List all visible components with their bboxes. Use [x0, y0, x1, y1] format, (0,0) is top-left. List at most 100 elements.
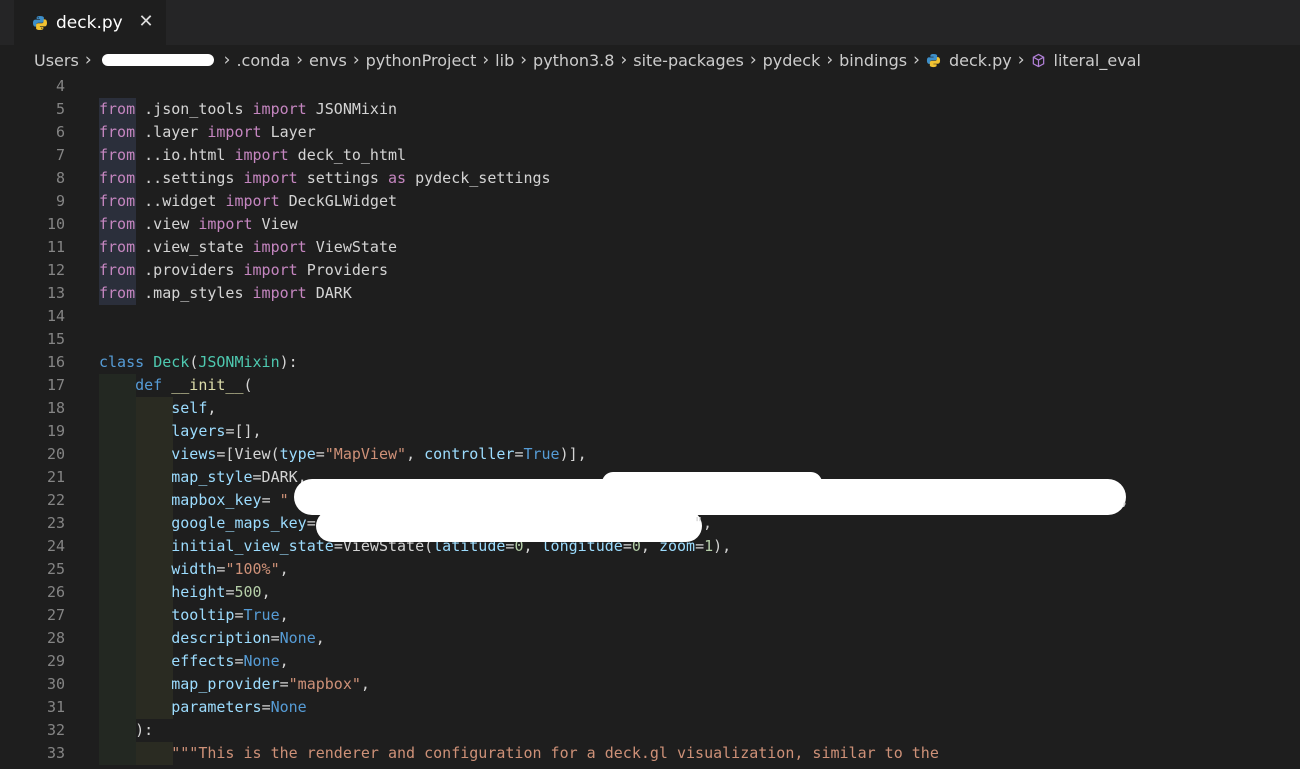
- chevron-right-icon: ›: [296, 50, 304, 70]
- code-token: 500: [234, 583, 262, 601]
- code-token: import: [198, 215, 253, 233]
- line-number: 13: [46, 284, 65, 302]
- code-editor[interactable]: 4 5 from .json_tools import JSONMixin 6 from…: [0, 75, 1300, 769]
- code-token: from: [99, 100, 136, 118]
- code-token: mapbox_key: [171, 491, 262, 509]
- line-number: 26: [46, 583, 65, 601]
- code-token: True: [523, 445, 560, 463]
- line-number: 19: [46, 422, 65, 440]
- breadcrumb-item[interactable]: envs: [309, 51, 347, 70]
- chevron-right-icon: ›: [913, 50, 920, 70]
- breadcrumb-item[interactable]: Users: [34, 51, 79, 70]
- code-text: def __init__(: [99, 374, 252, 397]
- code-token: ,: [1120, 491, 1130, 509]
- code-token: from: [99, 146, 136, 164]
- code-text: mapbox_key= ": [99, 489, 288, 512]
- breadcrumb-item[interactable]: python3.8: [533, 51, 614, 70]
- line-number: 20: [46, 445, 65, 463]
- code-token: =: [234, 652, 244, 670]
- code-token: View: [252, 215, 298, 233]
- code-token: pydeck_settings: [406, 169, 551, 187]
- code-token: tooltip: [171, 606, 235, 624]
- code-line: 12 from .providers import Providers: [0, 259, 1300, 282]
- chevron-right-icon: ›: [520, 50, 528, 70]
- breadcrumb-item[interactable]: bindings: [839, 51, 907, 70]
- code-token: map_provider: [171, 675, 280, 693]
- code-token: Deck: [153, 353, 190, 371]
- line-number: 33: [46, 744, 65, 762]
- code-token: views: [171, 445, 217, 463]
- code-token: .providers: [135, 261, 244, 279]
- code-token: =: [279, 675, 289, 693]
- code-token: import: [252, 238, 307, 256]
- code-line: 27 tooltip=True,: [0, 604, 1300, 627]
- code-token: None: [270, 698, 307, 716]
- code-token: =: [695, 537, 705, 555]
- code-token: ):: [99, 721, 154, 739]
- line-number: 28: [46, 629, 65, 647]
- breadcrumb-item[interactable]: deck.py: [926, 51, 1012, 70]
- code-text: description=None,: [99, 627, 325, 650]
- code-token: initial_view_state: [171, 537, 334, 555]
- chevron-right-icon: ›: [352, 50, 360, 70]
- breadcrumb-label: Users: [34, 50, 79, 70]
- code-token: from: [99, 215, 136, 233]
- code-token: =[View(: [216, 445, 280, 463]
- close-icon[interactable]: ✕: [136, 12, 156, 32]
- code-line: 9 from ..widget import DeckGLWidget: [0, 190, 1300, 213]
- code-token: from: [99, 169, 136, 187]
- code-token: Providers: [297, 261, 388, 279]
- code-token: ",: [694, 514, 713, 532]
- code-text: from .layer import Layer: [99, 121, 316, 144]
- code-text: from .providers import Providers: [99, 259, 388, 282]
- breadcrumb-item[interactable]: pydeck: [763, 51, 821, 70]
- breadcrumb-label: python3.8: [533, 50, 615, 70]
- code-token: .view: [135, 215, 199, 233]
- code-line: 6 from .layer import Layer: [0, 121, 1300, 144]
- code-text: self,: [99, 397, 216, 420]
- breadcrumb-label: envs: [309, 50, 347, 70]
- code-token: (: [189, 353, 199, 371]
- breadcrumb-label: site-packages: [633, 50, 744, 70]
- line-number: 14: [46, 307, 65, 325]
- code-line: 5 from .json_tools import JSONMixin: [0, 98, 1300, 121]
- code-token: from: [99, 261, 136, 279]
- code-token: ViewState: [306, 238, 398, 256]
- breadcrumb-item[interactable]: pythonProject: [366, 51, 477, 70]
- code-token: import: [234, 146, 289, 164]
- breadcrumb-item[interactable]: .conda: [236, 51, 290, 70]
- breadcrumb: Users › › .conda › envs › pythonProject › lib › pyt…: [0, 45, 1300, 75]
- line-number: 23: [46, 514, 65, 532]
- chevron-right-icon: ›: [749, 50, 757, 70]
- code-token: import: [252, 284, 307, 302]
- breadcrumb-item[interactable]: site-packages: [633, 51, 744, 70]
- breadcrumb-label: lib: [495, 50, 515, 70]
- code-token: .layer: [135, 123, 208, 141]
- code-token: type: [279, 445, 316, 463]
- code-token: ,: [279, 606, 289, 624]
- code-line: 7 from ..io.html import deck_to_html: [0, 144, 1300, 167]
- code-text: effects=None,: [99, 650, 288, 673]
- line-number: 31: [46, 698, 65, 716]
- python-icon: [926, 53, 940, 67]
- breadcrumb-item[interactable]: literal_eval: [1031, 51, 1141, 70]
- code-token: ,: [360, 675, 370, 693]
- line-number: 25: [46, 560, 65, 578]
- code-token: import: [207, 123, 262, 141]
- breadcrumb-item[interactable]: lib: [495, 51, 514, 70]
- code-token: width: [171, 560, 217, 578]
- tab-deck-py[interactable]: deck.py ✕: [14, 0, 166, 45]
- code-token: ,: [207, 399, 217, 417]
- code-token: "mapbox": [288, 675, 361, 693]
- code-line: 28 description=None,: [0, 627, 1300, 650]
- code-token: JSONMixin: [198, 353, 280, 371]
- code-text: tooltip=True,: [99, 604, 289, 627]
